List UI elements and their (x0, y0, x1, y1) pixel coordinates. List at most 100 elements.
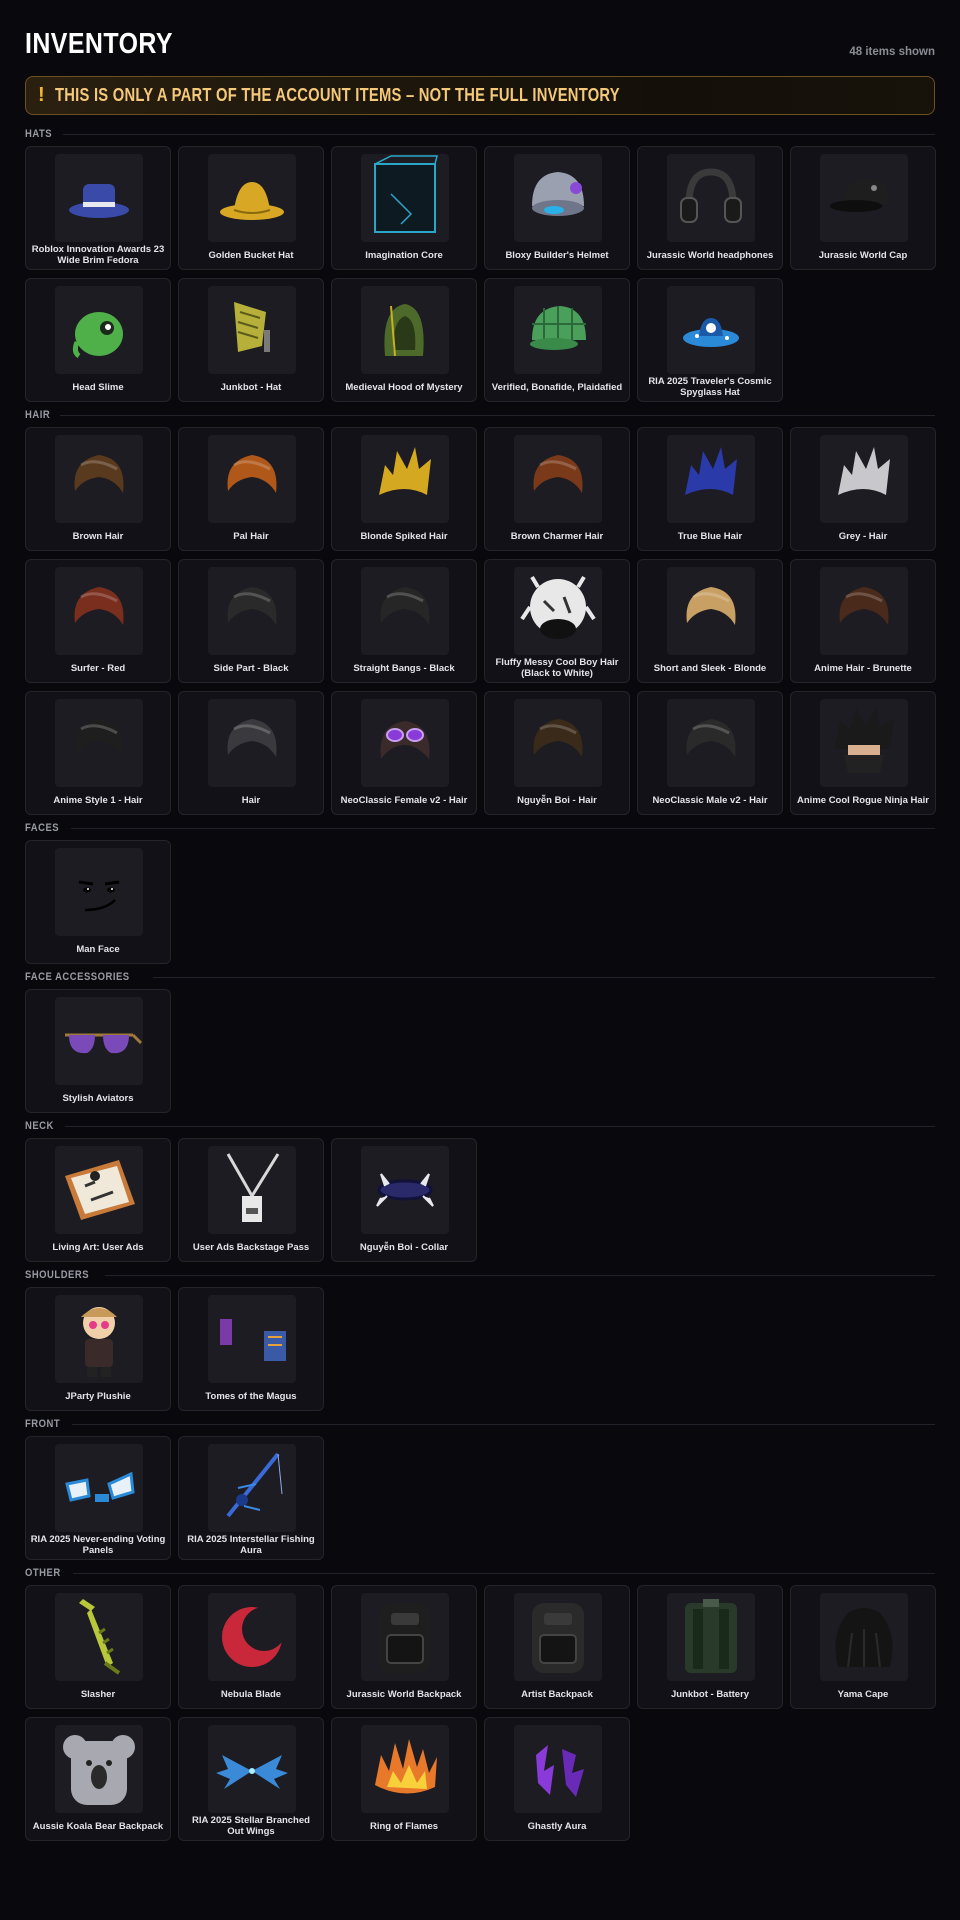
item-name: Verified, Bonafide, Plaidafied (491, 381, 623, 393)
item-card[interactable]: Slasher (25, 1585, 171, 1709)
item-card[interactable]: Straight Bangs - Black (331, 559, 477, 683)
hair-icon (208, 567, 296, 655)
item-name: Tomes of the Magus (205, 1390, 297, 1402)
section-divider (72, 1572, 935, 1574)
item-card[interactable]: Nebula Blade (178, 1585, 324, 1709)
item-card[interactable]: Living Art: User Ads (25, 1138, 171, 1262)
cape-icon (820, 1593, 908, 1681)
warning-icon: ! (38, 84, 45, 106)
section-divider (60, 414, 935, 416)
section-divider (70, 827, 935, 829)
item-card[interactable]: Jurassic World Cap (790, 146, 936, 270)
item-name: Surfer - Red (70, 662, 126, 674)
section-header: HATS (25, 125, 935, 143)
section-divider (64, 1125, 935, 1127)
spiky-hair-icon (820, 435, 908, 523)
inventory-sections: HATS Roblox Innovation Awards 23 Wide Bri… (25, 125, 936, 1841)
item-name: Grey - Hair (838, 530, 888, 542)
plaid-cap-icon (514, 286, 602, 374)
page-header: INVENTORY 48 items shown (25, 0, 935, 76)
item-name: Nguyễn Boi - Collar (359, 1241, 449, 1253)
item-card[interactable]: Imagination Core (331, 146, 477, 270)
item-grid: Brown Hair Pal Hair Blonde Spiked Hair Brow… (25, 427, 936, 815)
item-card[interactable]: Junkbot - Hat (178, 278, 324, 402)
item-name: Jurassic World headphones (646, 249, 774, 261)
item-card[interactable]: Jurassic World Backpack (331, 1585, 477, 1709)
item-name: Pal Hair (233, 530, 269, 542)
item-name: Anime Hair - Brunette (814, 662, 912, 674)
item-card[interactable]: Man Face (25, 840, 171, 964)
item-card[interactable]: Junkbot - Battery (637, 1585, 783, 1709)
hair-icon (514, 699, 602, 787)
item-card[interactable]: Hair (178, 691, 324, 815)
item-card[interactable]: Artist Backpack (484, 1585, 630, 1709)
item-card[interactable]: Short and Sleek - Blonde (637, 559, 783, 683)
item-name: Side Part - Black (213, 662, 289, 674)
item-card[interactable]: JParty Plushie (25, 1287, 171, 1411)
item-card[interactable]: True Blue Hair (637, 427, 783, 551)
item-card[interactable]: Ghastly Aura (484, 1717, 630, 1841)
backpack-icon (514, 1593, 602, 1681)
item-card[interactable]: RIA 2025 Never-ending Voting Panels (25, 1436, 171, 1560)
cube-icon (361, 154, 449, 242)
item-name: Artist Backpack (521, 1688, 593, 1700)
item-name: Yama Cape (837, 1688, 889, 1700)
section-header: FACE ACCESSORIES (25, 968, 935, 986)
item-card[interactable]: Brown Hair (25, 427, 171, 551)
item-name: Fluffy Messy Cool Boy Hair (Black to Whi… (495, 657, 619, 679)
fedora-icon (55, 154, 143, 242)
item-card[interactable]: Anime Style 1 - Hair (25, 691, 171, 815)
item-name: RIA 2025 Never-ending Voting Panels (30, 1534, 166, 1556)
item-name: Brown Hair (72, 530, 124, 542)
item-grid: RIA 2025 Never-ending Voting Panels RIA 2… (25, 1436, 935, 1560)
item-card[interactable]: Anime Hair - Brunette (790, 559, 936, 683)
item-card[interactable]: RIA 2025 Stellar Branched Out Wings (178, 1717, 324, 1841)
item-card[interactable]: Surfer - Red (25, 559, 171, 683)
hair-icon (820, 567, 908, 655)
item-card[interactable]: Ring of Flames (331, 1717, 477, 1841)
item-card[interactable]: Golden Bucket Hat (178, 146, 324, 270)
item-card[interactable]: Roblox Innovation Awards 23 Wide Brim Fe… (25, 146, 171, 270)
inventory-page: INVENTORY 48 items shown ! THIS IS ONLY … (25, 0, 936, 1845)
section-label: HATS (25, 128, 53, 140)
item-card[interactable]: Anime Cool Rogue Ninja Hair (790, 691, 936, 815)
item-card[interactable]: Stylish Aviators (25, 989, 171, 1113)
item-card[interactable]: Medieval Hood of Mystery (331, 278, 477, 402)
item-card[interactable]: Verified, Bonafide, Plaidafied (484, 278, 630, 402)
cap-icon (820, 154, 908, 242)
item-card[interactable]: Yama Cape (790, 1585, 936, 1709)
collar-icon (361, 1146, 449, 1234)
item-name: Jurassic World Backpack (346, 1688, 462, 1700)
item-name: Roblox Innovation Awards 23 Wide Brim Fe… (31, 244, 165, 266)
item-card[interactable]: Jurassic World headphones (637, 146, 783, 270)
item-card[interactable]: NeoClassic Male v2 - Hair (637, 691, 783, 815)
item-name: Head Slime (72, 381, 124, 393)
item-name: NeoClassic Male v2 - Hair (652, 794, 768, 806)
plushie-icon (55, 1295, 143, 1383)
section-label: SHOULDERS (25, 1269, 90, 1281)
item-name: Nebula Blade (220, 1688, 282, 1700)
battery-icon (667, 1593, 755, 1681)
item-card[interactable]: Aussie Koala Bear Backpack (25, 1717, 171, 1841)
item-card[interactable]: Nguyễn Boi - Hair (484, 691, 630, 815)
item-card[interactable]: Side Part - Black (178, 559, 324, 683)
item-card[interactable]: NeoClassic Female v2 - Hair (331, 691, 477, 815)
section-divider (62, 133, 935, 135)
item-name: Ghastly Aura (527, 1820, 587, 1832)
item-card[interactable]: Nguyễn Boi - Collar (331, 1138, 477, 1262)
item-card[interactable]: Bloxy Builder's Helmet (484, 146, 630, 270)
item-card[interactable]: RIA 2025 Interstellar Fishing Aura (178, 1436, 324, 1560)
item-card[interactable]: Brown Charmer Hair (484, 427, 630, 551)
item-grid: Stylish Aviators (25, 989, 935, 1113)
item-card[interactable]: Pal Hair (178, 427, 324, 551)
item-card[interactable]: Blonde Spiked Hair (331, 427, 477, 551)
item-card[interactable]: User Ads Backstage Pass (178, 1138, 324, 1262)
wings-icon (208, 1725, 296, 1813)
item-card[interactable]: Grey - Hair (790, 427, 936, 551)
item-card[interactable]: RIA 2025 Traveler's Cosmic Spyglass Hat (637, 278, 783, 402)
item-card[interactable]: Fluffy Messy Cool Boy Hair (Black to Whi… (484, 559, 630, 683)
item-card[interactable]: Tomes of the Magus (178, 1287, 324, 1411)
section-divider (152, 976, 935, 978)
item-name: Hair (241, 794, 261, 806)
item-card[interactable]: Head Slime (25, 278, 171, 402)
